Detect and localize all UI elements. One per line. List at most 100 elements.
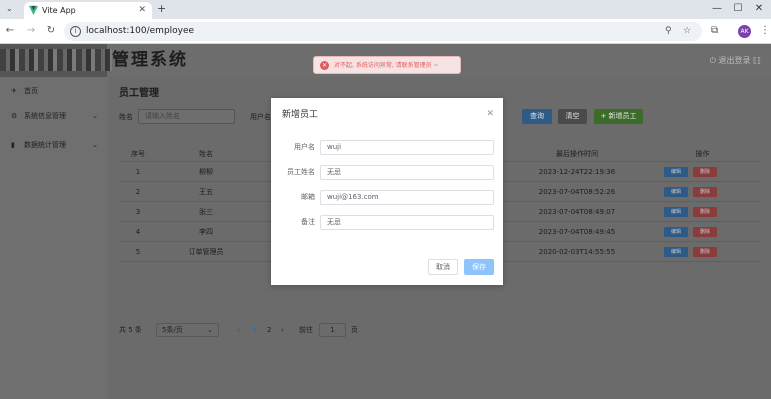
back-icon[interactable]: ← [4, 25, 16, 37]
cancel-button[interactable]: 取消 [428, 259, 458, 275]
name-filter-label: 姓名 [119, 113, 133, 121]
delete-button[interactable]: 删除 [693, 227, 717, 237]
logout-label: 退出登录 [718, 56, 751, 65]
sidebar-item-label: 数据统计管理 [24, 141, 66, 149]
sidebar-item-label: 系统信息管理 [24, 112, 66, 120]
row-index: 2 [135, 188, 141, 196]
row-name: 订单管理员 [188, 248, 224, 256]
tab-list-dropdown-icon[interactable]: ⌄ [6, 4, 16, 14]
pagination: 共 5 条 5条/页 ⌄ ‹ 1 2 › 前往 1 页 [119, 323, 519, 338]
row-name: 李四 [199, 228, 213, 236]
bookmark-star-icon[interactable]: ☆ [683, 25, 691, 38]
next-page-icon[interactable]: › [281, 325, 284, 336]
email-label: 邮箱 [301, 193, 315, 201]
logout-button[interactable]: ⏻ 退出登录 ⟦⟧ [710, 55, 761, 66]
zoom-icon[interactable]: ⚲ [665, 25, 672, 38]
row-time: 2023-07-04T08:49:45 [538, 228, 616, 236]
chevron-down-icon: ⌄ [92, 112, 98, 120]
goto-page-input[interactable]: 1 [319, 323, 346, 337]
delete-button[interactable]: 删除 [693, 187, 717, 197]
app-title: 管理系统 [112, 50, 188, 70]
browser-menu-icon[interactable]: ⋮ [760, 25, 770, 37]
sidebar: ✈ 首页 ⚙ 系统信息管理 ⌄ ▮ 数据统计管理 ⌄ [0, 77, 108, 399]
email-input[interactable]: wuji@163.com [320, 190, 494, 205]
column-header: 姓名 [199, 150, 213, 158]
sidebar-item-system[interactable]: ⚙ 系统信息管理 ⌄ [0, 106, 108, 126]
row-name: 张三 [199, 208, 213, 216]
username-label: 用户名 [294, 143, 315, 151]
sidebar-item-label: 首页 [24, 87, 38, 95]
profile-avatar[interactable]: AK [738, 25, 751, 38]
column-header: 序号 [131, 150, 145, 158]
column-header: 最后操作时间 [556, 150, 598, 158]
row-name: 王五 [199, 188, 213, 196]
search-button[interactable]: 查询 [522, 109, 552, 124]
username-filter-label: 用户名 [250, 113, 271, 121]
maximize-icon[interactable]: ☐ [731, 2, 745, 16]
chevron-down-icon: ⌄ [92, 141, 98, 149]
minimize-icon[interactable]: — [710, 2, 724, 16]
pagination-total: 共 5 条 [119, 326, 142, 334]
page-number-1[interactable]: 1 [252, 325, 257, 336]
page-title: 员工管理 [119, 88, 159, 99]
name-filter-input[interactable]: 请输入姓名 [138, 109, 235, 124]
edit-button[interactable]: 编辑 [664, 247, 688, 257]
extensions-icon[interactable]: ⧉ [711, 25, 718, 37]
add-employee-dialog: 新增员工 ✕ 用户名 wuji 员工姓名 无忌 邮箱 wuji@163.com … [271, 98, 503, 285]
save-button[interactable]: 保存 [464, 259, 494, 275]
goto-label: 前往 [299, 326, 313, 334]
sidebar-item-stats[interactable]: ▮ 数据统计管理 ⌄ [0, 135, 108, 155]
dialog-title: 新增员工 [282, 110, 319, 120]
edit-button[interactable]: 编辑 [664, 207, 688, 217]
goto-suffix: 页 [351, 326, 358, 334]
browser-tab[interactable]: Vite App ✕ [24, 2, 152, 19]
prev-page-icon[interactable]: ‹ [237, 325, 240, 336]
browser-tab-bar: ⌄ Vite App ✕ + — ☐ ✕ [0, 0, 771, 19]
paper-plane-icon: ✈ [11, 87, 17, 95]
delete-button[interactable]: 删除 [693, 247, 717, 257]
edit-button[interactable]: 编辑 [664, 167, 688, 177]
row-time: 2023-07-04T08:49:07 [538, 208, 616, 216]
tab-title: Vite App [42, 6, 76, 15]
delete-button[interactable]: 删除 [693, 207, 717, 217]
row-time: 2023-12-24T22:19:36 [538, 168, 616, 176]
row-index: 4 [135, 228, 141, 236]
row-index: 3 [135, 208, 141, 216]
browser-address-bar: ← → ↻ i localhost:100/employee ⚲ ☆ ⧉ AK … [0, 19, 771, 44]
bar-chart-icon: ▮ [11, 141, 15, 149]
employee-name-input[interactable]: 无忌 [320, 165, 494, 180]
reload-icon[interactable]: ↻ [45, 25, 57, 37]
logo-icon [0, 49, 112, 71]
page-number-2[interactable]: 2 [267, 325, 271, 336]
tab-close-icon[interactable]: ✕ [138, 5, 146, 16]
chevron-down-icon: ⌄ [207, 326, 213, 334]
new-tab-icon[interactable]: + [157, 2, 166, 16]
username-input[interactable]: wuji [320, 140, 494, 155]
row-index: 1 [135, 168, 141, 176]
toast-message: 对不起, 系统访问异常, 请联系管理员 ~ [334, 62, 439, 69]
delete-button[interactable]: 删除 [693, 167, 717, 177]
edit-button[interactable]: 编辑 [664, 227, 688, 237]
column-header: 操作 [695, 150, 710, 158]
row-time: 2020-02-03T14:55:55 [538, 248, 616, 256]
window-close-icon[interactable]: ✕ [752, 2, 766, 16]
sidebar-item-home[interactable]: ✈ 首页 [0, 81, 108, 101]
gear-icon: ⚙ [11, 112, 18, 120]
url-bar[interactable]: i localhost:100/employee ⚲ ☆ [64, 22, 702, 41]
add-employee-button[interactable]: + 新增员工 [594, 109, 643, 124]
remark-input[interactable]: 无忌 [320, 215, 494, 230]
error-icon: ✕ [320, 61, 329, 70]
close-icon[interactable]: ✕ [486, 108, 494, 120]
remark-label: 备注 [301, 218, 315, 226]
url-text[interactable]: localhost:100/employee [86, 25, 194, 38]
edit-button[interactable]: 编辑 [664, 187, 688, 197]
employee-name-label: 员工姓名 [287, 168, 315, 176]
page-size-value: 5条/页 [162, 326, 183, 334]
row-time: 2023-07-04T08:52:26 [538, 188, 616, 196]
page-size-select[interactable]: 5条/页 ⌄ [156, 323, 219, 337]
row-name: 柳柳 [199, 168, 213, 176]
row-index: 5 [135, 248, 141, 256]
reset-button[interactable]: 清空 [558, 109, 587, 124]
forward-icon[interactable]: → [25, 25, 37, 37]
site-info-icon[interactable]: i [70, 26, 81, 37]
